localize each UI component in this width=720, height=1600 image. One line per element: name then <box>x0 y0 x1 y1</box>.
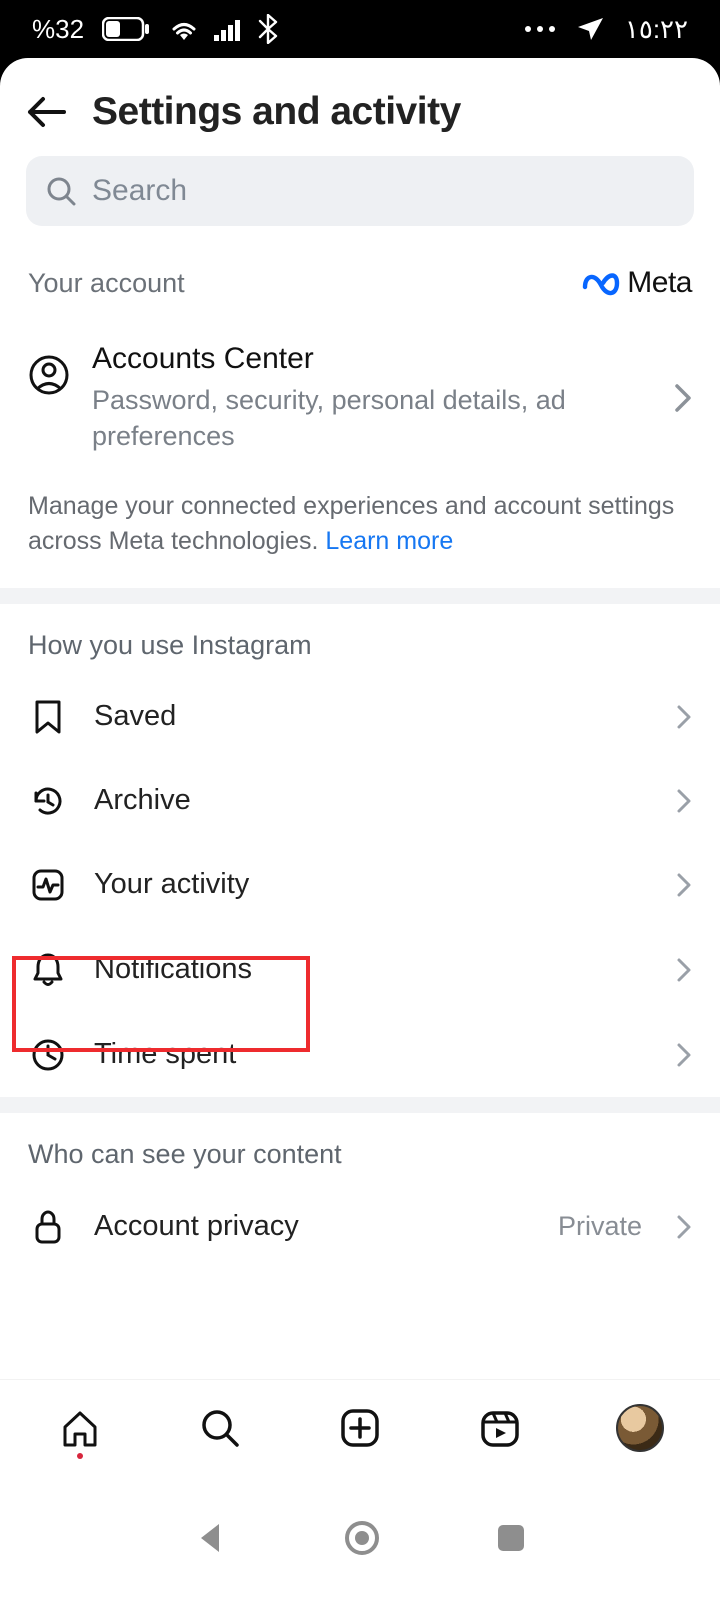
battery-percent-text: %32 <box>32 14 84 45</box>
section-header-who-can-see: Who can see your content <box>0 1113 720 1184</box>
section-divider <box>0 588 720 604</box>
page-title: Settings and activity <box>92 90 461 134</box>
bookmark-icon <box>28 699 68 735</box>
accounts-center-description: Manage your connected experiences and ac… <box>0 465 720 588</box>
meta-brand-badge: Meta <box>581 266 692 300</box>
app-surface: Settings and activity Your account Meta <box>0 58 720 1476</box>
archive-history-icon <box>28 783 68 819</box>
search-icon <box>46 176 76 206</box>
tab-home-indicator-dot <box>77 1453 83 1459</box>
accounts-center-subtitle: Password, security, personal details, ad… <box>92 382 592 455</box>
nav-back-icon[interactable] <box>193 1520 229 1556</box>
section-divider <box>0 1097 720 1113</box>
row-saved[interactable]: Saved <box>0 675 720 759</box>
lock-icon <box>28 1208 68 1246</box>
cellular-signal-icon <box>214 17 244 41</box>
chevron-right-icon <box>676 704 692 730</box>
chevron-right-icon <box>674 383 692 413</box>
row-label: Time spent <box>94 1038 650 1071</box>
accounts-center-row[interactable]: Accounts Center Password, security, pers… <box>0 318 720 465</box>
learn-more-link[interactable]: Learn more <box>325 527 453 555</box>
nav-recents-icon[interactable] <box>495 1522 527 1554</box>
bluetooth-icon <box>258 14 278 44</box>
chevron-right-icon <box>676 1042 692 1068</box>
back-arrow-icon[interactable] <box>26 95 66 129</box>
tab-reels[interactable] <box>475 1403 525 1453</box>
clock-icon <box>28 1037 68 1073</box>
profile-avatar-icon <box>616 1404 664 1452</box>
row-label: Notifications <box>94 953 650 986</box>
android-status-bar: %32 ١٥:٢٢ <box>0 0 720 58</box>
row-account-privacy[interactable]: Account privacy Private <box>0 1184 720 1270</box>
clock-text: ١٥:٢٢ <box>625 14 688 45</box>
meta-infinity-icon <box>581 269 621 297</box>
meta-brand-text: Meta <box>627 266 692 300</box>
instagram-tab-bar <box>0 1379 720 1476</box>
section-header-your-account: Your account Meta <box>0 256 720 318</box>
row-value: Private <box>558 1211 642 1242</box>
row-time-spent[interactable]: Time spent <box>0 1013 720 1097</box>
accounts-center-title: Accounts Center <box>92 342 592 376</box>
chevron-right-icon <box>676 957 692 983</box>
send-plane-icon <box>577 16 605 42</box>
chevron-right-icon <box>676 1214 692 1240</box>
tab-search[interactable] <box>195 1403 245 1453</box>
bell-icon <box>28 951 68 989</box>
android-nav-bar <box>0 1476 720 1600</box>
search-input[interactable] <box>90 173 674 209</box>
person-circle-icon <box>28 354 70 396</box>
tab-create[interactable] <box>335 1403 385 1453</box>
row-label: Archive <box>94 784 650 817</box>
section-label: Your account <box>28 268 185 299</box>
nav-home-icon[interactable] <box>342 1518 382 1558</box>
row-your-activity[interactable]: Your activity <box>0 843 720 927</box>
wifi-icon <box>168 16 200 42</box>
row-archive[interactable]: Archive <box>0 759 720 843</box>
row-notifications[interactable]: Notifications <box>0 927 720 1013</box>
row-label: Account privacy <box>94 1210 532 1243</box>
more-dots-icon <box>523 24 557 34</box>
activity-pulse-icon <box>28 867 68 903</box>
row-label: Your activity <box>94 868 650 901</box>
tab-home[interactable] <box>55 1403 105 1453</box>
row-label: Saved <box>94 700 650 733</box>
chevron-right-icon <box>676 872 692 898</box>
section-header-how-you-use: How you use Instagram <box>0 604 720 675</box>
tab-profile[interactable] <box>615 1403 665 1453</box>
page-header: Settings and activity <box>0 58 720 156</box>
battery-icon <box>102 17 150 41</box>
search-field[interactable] <box>26 156 694 226</box>
chevron-right-icon <box>676 788 692 814</box>
